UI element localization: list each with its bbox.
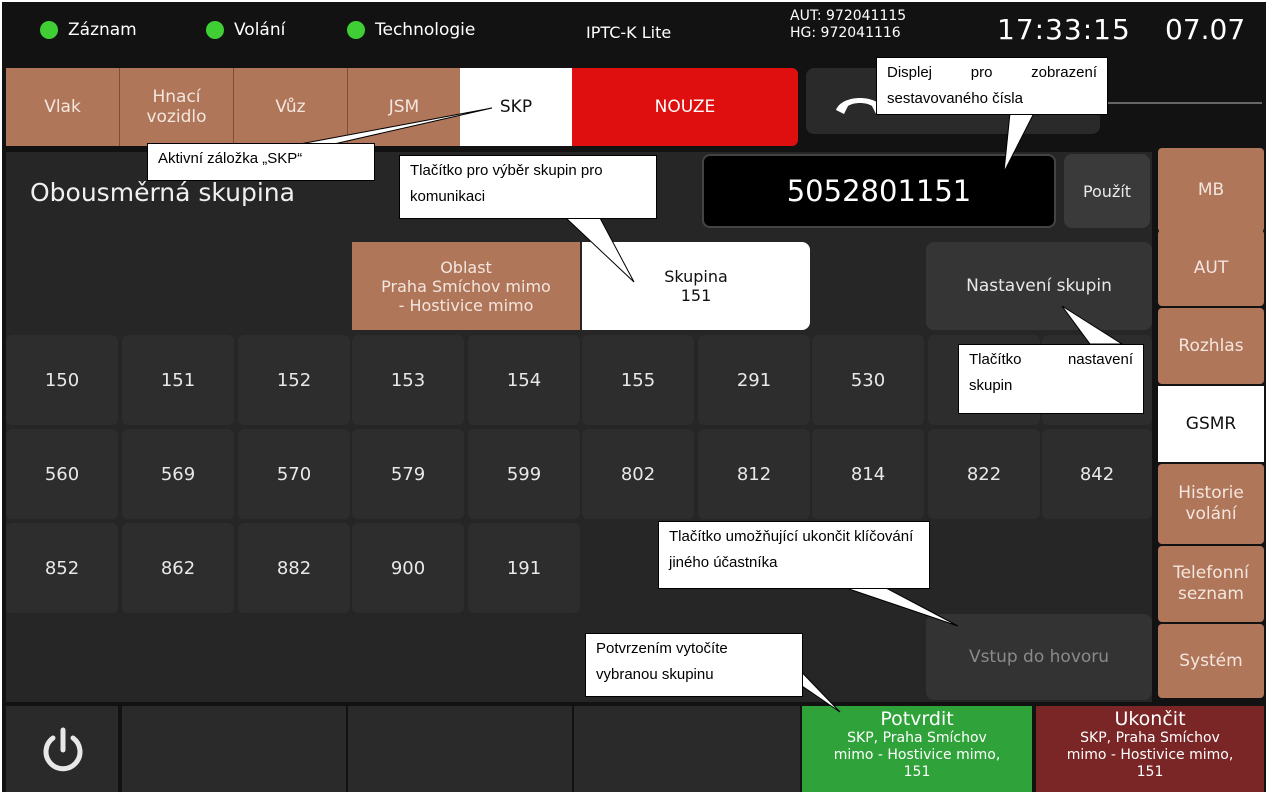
callout-group-select: Tlačítko pro výběr skupin pro komunikaci [399,155,657,219]
callout-display: Displej pro zobrazení sestavovaného čísl… [876,57,1108,115]
callout-active-tab: Aktivní záložka „SKP“ [147,143,375,181]
callout-confirm: Potvrzením vytočíte vybranou skupinu [585,633,803,697]
callout-end-keying: Tlačítko umožňující ukončit klíčování ji… [658,521,930,589]
callout-settings: Tlačítko nastavení skupin [958,344,1144,414]
